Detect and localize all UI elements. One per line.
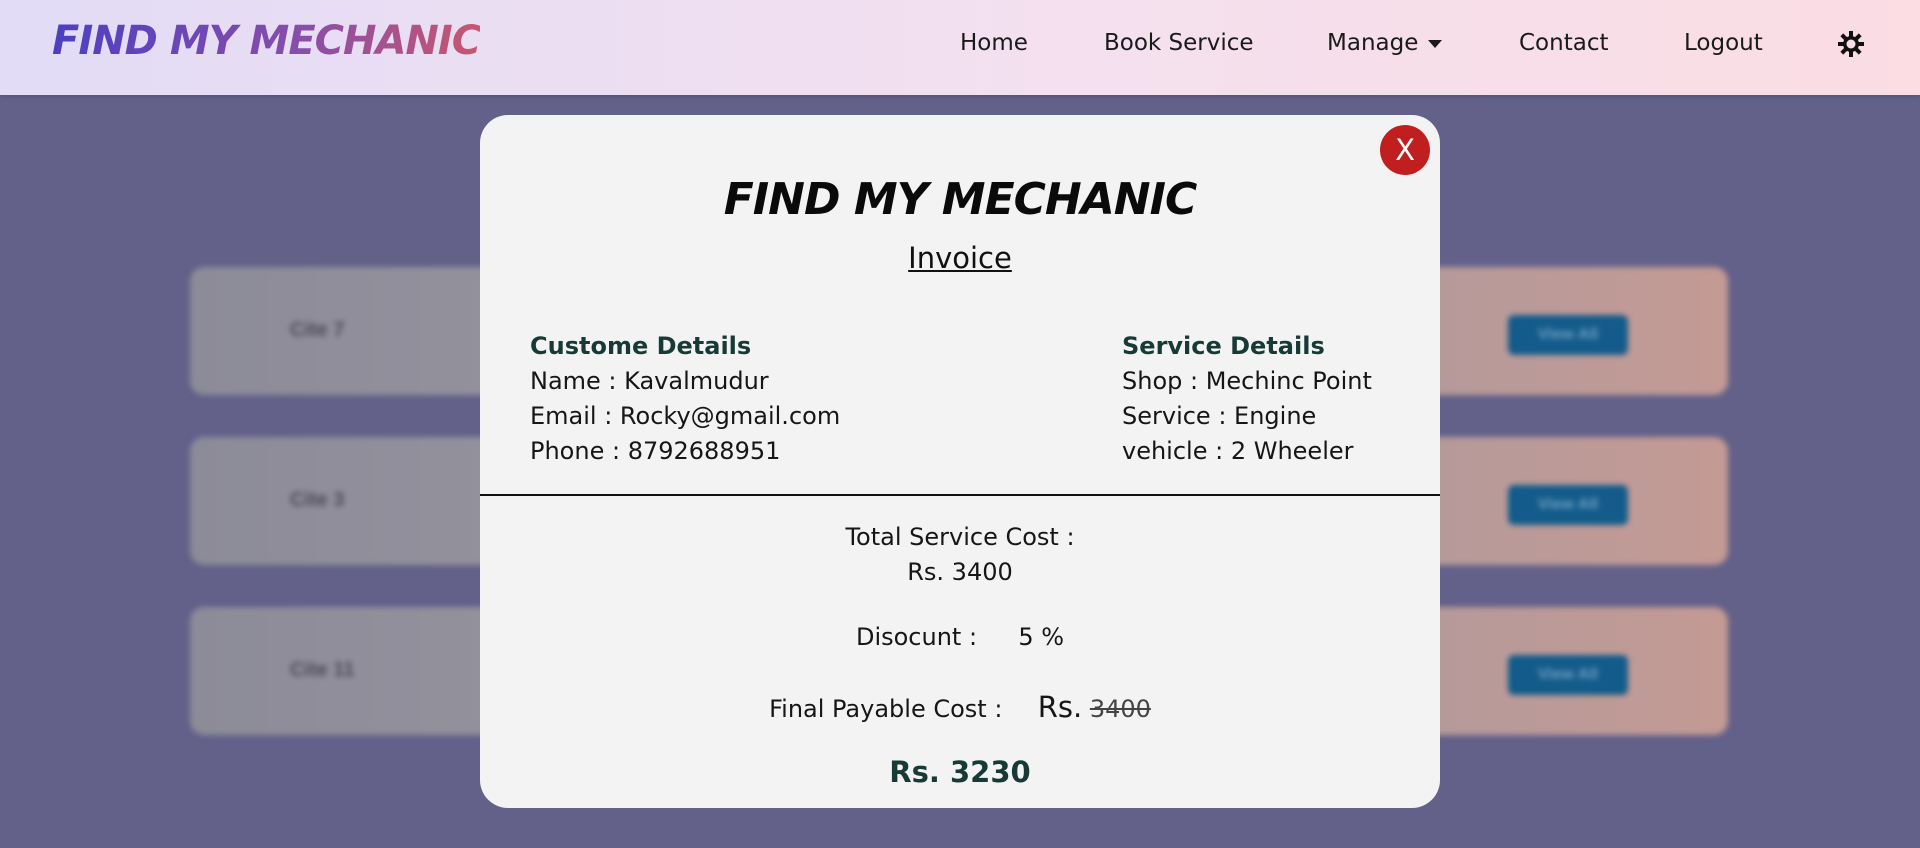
final-cost-currency: Rs. — [1037, 690, 1083, 724]
caret-down-icon — [1428, 39, 1443, 48]
customer-details: Custome Details Name : Kavalmudur Email … — [530, 329, 840, 469]
customer-email: Email : Rocky@gmail.com — [530, 402, 841, 430]
service-type: Service : Engine — [1122, 402, 1317, 430]
customer-details-heading: Custome Details — [530, 332, 752, 360]
brand-logo[interactable]: FIND MY MECHANIC — [52, 18, 481, 64]
nav-contact[interactable]: Contact — [1519, 30, 1608, 56]
background-row-label: Cite 3 — [290, 489, 345, 511]
final-payable-value: Rs. 3230 — [889, 755, 1031, 789]
invoice-brand-title: FIND MY MECHANIC — [723, 174, 1198, 225]
nav-manage[interactable]: Manage — [1327, 30, 1443, 56]
invoice-modal: X FIND MY MECHANIC Invoice Custome Detai… — [480, 115, 1440, 808]
invoice-heading: Invoice — [908, 241, 1012, 275]
background-row-button: View All — [1508, 655, 1628, 695]
final-cost-row: Final Payable Cost : Rs. 3400 — [480, 690, 1440, 724]
divider — [480, 494, 1440, 496]
service-vehicle: vehicle : 2 Wheeler — [1122, 437, 1354, 465]
nav-home[interactable]: Home — [960, 30, 1028, 56]
final-cost-label: Final Payable Cost : — [769, 695, 1003, 723]
service-details-heading: Service Details — [1122, 332, 1325, 360]
total-cost-label: Total Service Cost : — [845, 523, 1075, 551]
discount-label: Disocunt : — [855, 623, 978, 651]
nav-logout[interactable]: Logout — [1684, 30, 1763, 56]
total-cost-value: Rs. 3400 — [907, 558, 1013, 586]
original-cost-struck: 3400 — [1089, 695, 1151, 723]
background-row-label: Cite 11 — [290, 659, 355, 681]
nav-manage-label: Manage — [1327, 30, 1419, 56]
navbar: FIND MY MECHANIC Home Book Service Manag… — [0, 0, 1920, 95]
nav-book-service[interactable]: Book Service — [1104, 30, 1254, 56]
theme-toggle-icon[interactable] — [1838, 31, 1864, 57]
background-row-label: Cite 7 — [290, 319, 345, 341]
background-row-button: View All — [1508, 315, 1628, 355]
close-button[interactable]: X — [1380, 125, 1430, 175]
service-shop: Shop : Mechinc Point — [1122, 367, 1372, 395]
customer-phone: Phone : 8792688951 — [530, 437, 781, 465]
background-row-button: View All — [1508, 485, 1628, 525]
discount-value: 5 % — [1018, 623, 1065, 651]
discount-row: Disocunt : 5 % — [480, 623, 1440, 651]
service-details: Service Details Shop : Mechinc Point Ser… — [1122, 329, 1372, 469]
customer-name: Name : Kavalmudur — [530, 367, 769, 395]
